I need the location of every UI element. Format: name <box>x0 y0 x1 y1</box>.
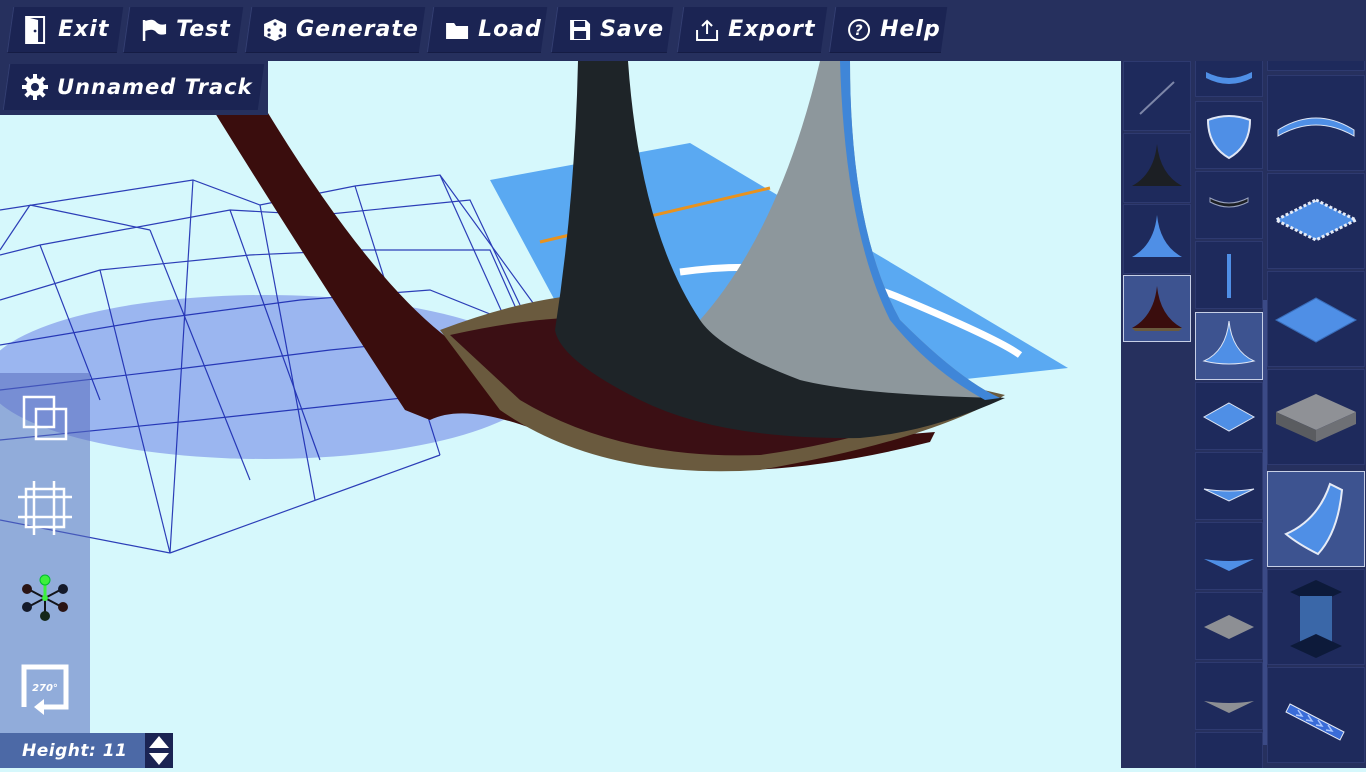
shield-piece-icon <box>1206 115 1252 160</box>
help-icon: ? <box>848 18 871 41</box>
piece-palette <box>1121 61 1366 768</box>
track-name-bar: Unnamed Track <box>0 61 268 115</box>
piece-grey-tile[interactable] <box>1195 592 1263 660</box>
generate-label: Generate <box>296 17 419 42</box>
grid-tool-button[interactable] <box>16 479 74 537</box>
piece-grey-block[interactable] <box>1267 369 1365 465</box>
exit-label: Exit <box>58 17 110 42</box>
line-piece-icon <box>1139 81 1175 115</box>
piece-dark-red-spike[interactable] <box>1123 275 1191 342</box>
duplicate-icon <box>22 395 68 441</box>
grid-icon <box>18 481 72 535</box>
piece-curved-ramp[interactable] <box>1267 471 1365 567</box>
up-down-arrows-icon <box>149 736 169 765</box>
save-label: Save <box>600 17 665 42</box>
rotate-icon: 270° <box>21 664 69 715</box>
floppy-icon <box>570 19 591 40</box>
palette-scrollbar[interactable] <box>1263 300 1267 745</box>
move-handles-icon <box>22 574 68 621</box>
svg-text:?: ? <box>855 23 864 39</box>
piece-grey-dip[interactable] <box>1195 662 1263 730</box>
pillar-icon <box>1290 580 1342 658</box>
duplicate-tool-button[interactable] <box>16 391 74 449</box>
door-icon <box>25 15 46 44</box>
track-viewport[interactable] <box>0 61 1121 768</box>
piece-shield[interactable] <box>1195 101 1263 169</box>
grey-dip-icon <box>1204 701 1254 713</box>
piece-large-tile[interactable] <box>1267 271 1365 367</box>
piece-blue-dip-2[interactable] <box>1195 522 1263 590</box>
export-label: Export <box>728 17 816 42</box>
blue-dip-icon <box>1203 488 1255 502</box>
piece-pillar[interactable] <box>1267 569 1365 665</box>
piece-arch-top[interactable] <box>1195 61 1263 97</box>
blue-spike-large-icon <box>1202 320 1256 365</box>
test-label: Test <box>176 17 231 42</box>
curved-ramp-icon <box>1284 482 1344 556</box>
curved-strip-icon <box>1277 117 1355 137</box>
export-icon <box>696 19 719 41</box>
red-spike-icon <box>1132 286 1182 331</box>
height-label: Height: 11 <box>22 740 128 761</box>
exit-button[interactable]: Exit <box>6 7 124 53</box>
piece-boost-strip[interactable] <box>1267 667 1365 763</box>
piece-dark-bowl[interactable] <box>1195 171 1263 239</box>
track-name: Unnamed Track <box>57 75 253 99</box>
top-toolbar: Exit Test Generate Load Save Export ? He… <box>0 0 1366 61</box>
boost-strip-icon <box>1285 703 1345 741</box>
load-button[interactable]: Load <box>426 7 548 53</box>
dice-icon <box>264 18 287 41</box>
bowl-icon <box>1209 197 1249 208</box>
piece-blue-spike-small[interactable] <box>1123 204 1191 274</box>
blue-tile-icon <box>1202 402 1256 432</box>
help-button[interactable]: ? Help <box>828 7 948 53</box>
piece-studded-tile[interactable] <box>1267 173 1365 269</box>
piece-blue-tile[interactable] <box>1195 382 1263 450</box>
height-stepper[interactable] <box>145 733 173 768</box>
track-scene <box>0 61 1068 554</box>
blue-spike-icon <box>1132 215 1182 257</box>
rotate-tool-button[interactable]: 270° <box>16 659 74 717</box>
height-display: Height: 11 <box>0 733 145 768</box>
piece-pillar-thin[interactable] <box>1195 241 1263 309</box>
flag-icon <box>142 19 167 41</box>
gear-icon <box>22 74 48 100</box>
left-toolbar: 270° <box>0 373 90 733</box>
piece-curved-strip[interactable] <box>1267 75 1365 171</box>
piece-top-partial[interactable] <box>1267 61 1365 71</box>
test-button[interactable]: Test <box>122 7 244 53</box>
studded-tile-icon <box>1272 198 1360 242</box>
piece-line[interactable] <box>1123 61 1191 131</box>
rotate-angle-label: 270° <box>32 683 58 694</box>
thin-pillar-icon <box>1227 254 1231 298</box>
large-tile-icon <box>1274 297 1358 343</box>
dark-spike-icon <box>1132 144 1182 186</box>
piece-blue-spike[interactable] <box>1195 312 1263 380</box>
load-label: Load <box>478 17 542 42</box>
move-tool-button[interactable] <box>16 569 74 627</box>
help-label: Help <box>880 17 941 42</box>
piece-blue-dip[interactable] <box>1195 452 1263 520</box>
grey-block-icon <box>1276 394 1356 442</box>
generate-button[interactable]: Generate <box>244 7 426 53</box>
piece-partial[interactable] <box>1195 732 1263 768</box>
save-button[interactable]: Save <box>550 7 674 53</box>
arch-icon <box>1206 72 1252 84</box>
blue-dip-2-icon <box>1204 559 1254 571</box>
folder-icon <box>446 22 469 39</box>
piece-dark-spike[interactable] <box>1123 133 1191 203</box>
track-settings-button[interactable]: Unnamed Track <box>2 64 265 110</box>
export-button[interactable]: Export <box>676 7 828 53</box>
grey-tile-icon <box>1204 615 1254 639</box>
